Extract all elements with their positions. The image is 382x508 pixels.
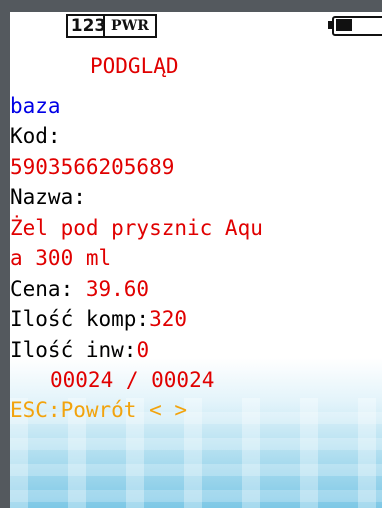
power-badge: PWR: [103, 14, 157, 38]
status-bar: 123 PWR: [10, 12, 382, 42]
price-value: 39.60: [85, 277, 150, 301]
qty-inv-row: Ilość inw:0: [10, 336, 149, 364]
battery-icon: [328, 16, 382, 36]
code-value: 5903566205689: [10, 155, 175, 179]
record-source: baza: [10, 94, 61, 118]
name-label: Nazwa:: [10, 185, 86, 209]
qty-comp-label: Ilość komp:: [10, 307, 150, 331]
price-label: Cena:: [10, 277, 86, 301]
price-row: Cena: 39.60: [10, 275, 149, 303]
page-title: PODGLĄD: [90, 54, 179, 78]
name-value-line2: a 300 ml: [10, 246, 112, 270]
record-pager: 00024 / 00024: [50, 368, 215, 392]
footer-hint[interactable]: ESC:Powrót < >: [10, 396, 187, 424]
battery-level: [336, 19, 352, 31]
name-value-line1: Żel pod prysznic Aqu: [10, 216, 263, 240]
device-screen: 123 PWR PODGLĄD baza Kod: 5903566205689 …: [10, 12, 382, 508]
qty-inv-label: Ilość inw:: [10, 338, 137, 362]
code-label: Kod:: [10, 124, 61, 148]
qty-comp-value: 320: [149, 307, 188, 331]
qty-inv-value: 0: [136, 338, 150, 362]
device-frame: 123 PWR PODGLĄD baza Kod: 5903566205689 …: [0, 0, 382, 508]
qty-comp-row: Ilość komp:320: [10, 305, 187, 333]
